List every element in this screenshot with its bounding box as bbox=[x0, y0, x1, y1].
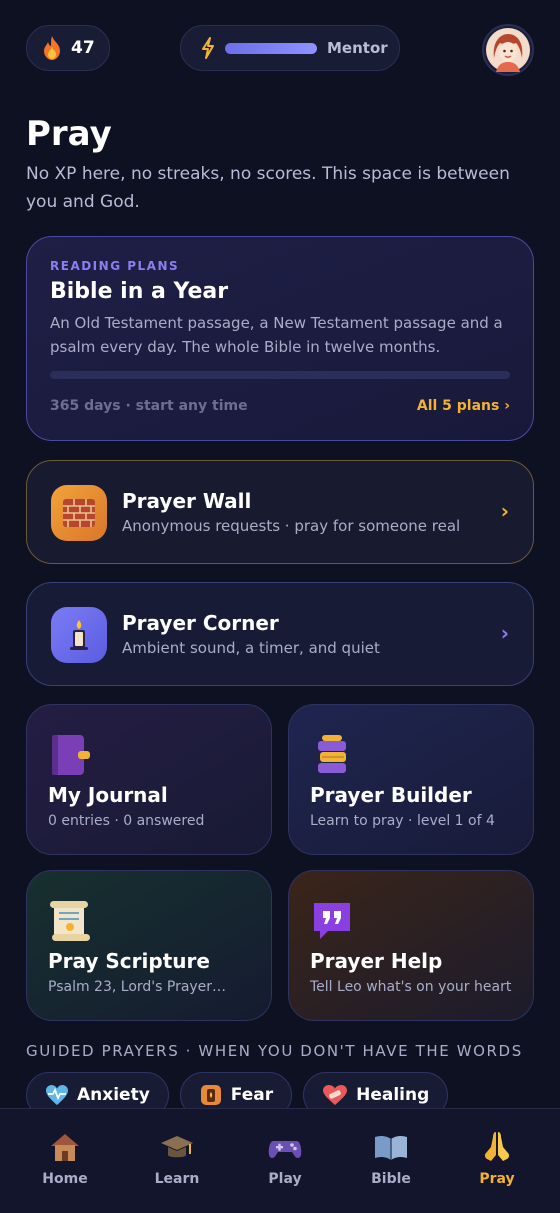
reading-plan-card[interactable]: READING PLANS Bible in a Year An Old Tes… bbox=[26, 236, 534, 441]
prayer-help-tile[interactable]: Prayer Help Tell Leo what's on your hear… bbox=[288, 870, 534, 1021]
my-journal-title: My Journal bbox=[48, 783, 168, 807]
chip-fear-label: Fear bbox=[230, 1085, 274, 1105]
prayer-corner-description: Ambient sound, a timer, and quiet bbox=[122, 639, 380, 657]
house-icon bbox=[51, 1134, 79, 1161]
heart-pulse-icon bbox=[46, 1085, 68, 1105]
praying-hands-icon bbox=[484, 1132, 510, 1161]
prayer-corner-card[interactable]: Prayer Corner Ambient sound, a timer, an… bbox=[26, 582, 534, 686]
nav-learn[interactable]: Learn bbox=[137, 1129, 217, 1187]
nav-learn-label: Learn bbox=[154, 1171, 200, 1187]
reading-plan-eyebrow: READING PLANS bbox=[50, 259, 180, 273]
streak-count: 47 bbox=[71, 38, 95, 58]
prayer-corner-title: Prayer Corner bbox=[122, 611, 279, 635]
mentor-label: Mentor bbox=[327, 39, 388, 57]
prayer-builder-title: Prayer Builder bbox=[310, 783, 472, 807]
prayer-builder-tile[interactable]: Prayer Builder Learn to pray · level 1 o… bbox=[288, 704, 534, 855]
prayer-corner-icon-tile bbox=[51, 607, 107, 663]
nav-home-label: Home bbox=[42, 1171, 88, 1187]
mentor-level[interactable]: Mentor bbox=[180, 25, 400, 71]
flame-icon bbox=[44, 36, 60, 60]
my-journal-tile[interactable]: My Journal 0 entries · 0 answered bbox=[26, 704, 272, 855]
nav-bible-label: Bible bbox=[371, 1171, 411, 1187]
nav-home[interactable]: Home bbox=[25, 1129, 105, 1187]
page-title: Pray bbox=[26, 114, 112, 154]
chevron-right-icon: › bbox=[500, 621, 509, 645]
reading-plan-description: An Old Testament passage, a New Testamen… bbox=[50, 314, 503, 356]
lantern-icon bbox=[200, 1085, 221, 1105]
nav-play[interactable]: Play bbox=[245, 1129, 325, 1187]
nav-pray-label: Pray bbox=[479, 1171, 515, 1187]
prayer-wall-icon-tile bbox=[51, 485, 107, 541]
prayer-wall-description: Anonymous requests · pray for someone re… bbox=[122, 517, 461, 535]
quote-bubble-icon bbox=[314, 903, 350, 939]
prayer-builder-description: Learn to pray · level 1 of 4 bbox=[310, 813, 495, 829]
bandaged-heart-icon bbox=[323, 1085, 348, 1105]
nav-play-label: Play bbox=[268, 1171, 302, 1187]
chip-anxiety-label: Anxiety bbox=[77, 1085, 150, 1105]
reading-plan-progress-bar bbox=[50, 371, 510, 379]
guided-prayers-heading: GUIDED PRAYERS · WHEN YOU DON'T HAVE THE… bbox=[26, 1042, 523, 1060]
open-book-icon bbox=[375, 1135, 407, 1160]
mentor-progress-bar bbox=[225, 42, 317, 54]
chevron-right-icon: › bbox=[500, 499, 509, 523]
all-plans-link[interactable]: All 5 plans › bbox=[417, 398, 510, 414]
lightning-icon bbox=[202, 37, 214, 59]
pray-scripture-description: Psalm 23, Lord's Prayer… bbox=[48, 979, 227, 995]
avatar[interactable] bbox=[482, 24, 534, 76]
bottom-nav: Home Learn Play Bible Pray bbox=[0, 1108, 560, 1213]
reading-plan-title: Bible in a Year bbox=[50, 279, 229, 304]
prayer-help-title: Prayer Help bbox=[310, 949, 443, 973]
scroll-icon bbox=[50, 901, 90, 941]
my-journal-description: 0 entries · 0 answered bbox=[48, 813, 205, 829]
nav-pray[interactable]: Pray bbox=[457, 1129, 537, 1187]
pray-scripture-title: Pray Scripture bbox=[48, 949, 210, 973]
journal-icon bbox=[52, 735, 90, 775]
prayer-wall-card[interactable]: Prayer Wall Anonymous requests · pray fo… bbox=[26, 460, 534, 564]
prayer-help-description: Tell Leo what's on your heart bbox=[310, 979, 512, 995]
top-bar: 47 Mentor bbox=[26, 24, 534, 76]
brick-wall-icon bbox=[63, 499, 95, 527]
reading-plan-meta: 365 days · start any time bbox=[50, 398, 248, 414]
chip-healing-label: Healing bbox=[356, 1085, 430, 1105]
user-avatar-icon bbox=[486, 28, 530, 72]
nav-bible[interactable]: Bible bbox=[351, 1129, 431, 1187]
page-subtitle: No XP here, no streaks, no scores. This … bbox=[26, 164, 510, 212]
graduation-cap-icon bbox=[161, 1136, 193, 1158]
pray-scripture-tile[interactable]: Pray Scripture Psalm 23, Lord's Prayer… bbox=[26, 870, 272, 1021]
gamepad-icon bbox=[268, 1141, 302, 1158]
stacked-books-icon bbox=[318, 735, 346, 773]
prayer-wall-title: Prayer Wall bbox=[122, 489, 252, 513]
streak-counter[interactable]: 47 bbox=[26, 25, 110, 71]
candle-icon bbox=[70, 620, 88, 650]
